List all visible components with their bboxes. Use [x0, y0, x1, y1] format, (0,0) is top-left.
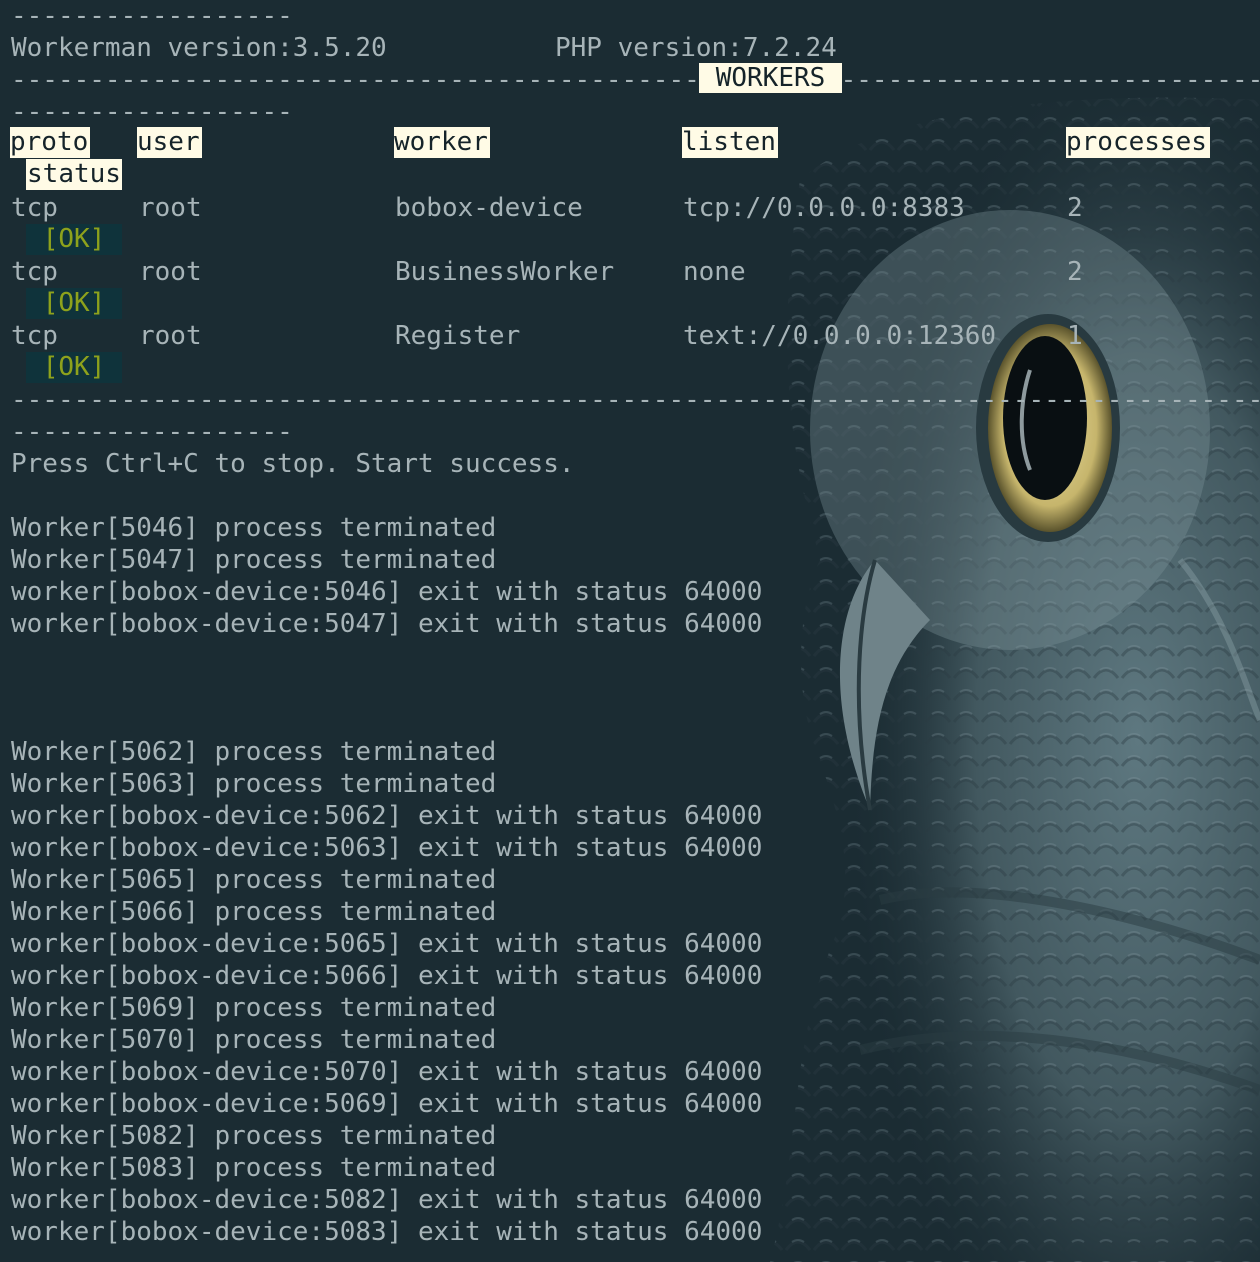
- log-line: Worker[5046] process terminated: [11, 513, 497, 543]
- row3-status-ok: [OK]: [26, 352, 122, 383]
- terminal-output: ------------------ Workerman version:3.5…: [0, 0, 1260, 1262]
- row3-listen: text://0.0.0.0:12360: [683, 321, 997, 351]
- log-line: worker[bobox-device:5047] exit with stat…: [11, 609, 763, 639]
- workers-separator-tail: ------------------: [11, 97, 293, 127]
- row2-proto: tcp: [11, 257, 58, 287]
- log-line: Worker[5062] process terminated: [11, 737, 497, 767]
- log-line: Worker[5065] process terminated: [11, 865, 497, 895]
- top-separator: ------------------: [11, 1, 293, 31]
- log-line: worker[bobox-device:5065] exit with stat…: [11, 929, 763, 959]
- log-line: Worker[5063] process terminated: [11, 769, 497, 799]
- row2-worker: BusinessWorker: [395, 257, 615, 287]
- log-line: Worker[5047] process terminated: [11, 545, 497, 575]
- row2-status-ok: [OK]: [26, 288, 122, 319]
- log-line: Worker[5070] process terminated: [11, 1025, 497, 1055]
- workers-title: WORKERS: [699, 63, 842, 93]
- row1-listen: tcp://0.0.0.0:8383: [683, 193, 965, 223]
- column-worker: worker: [394, 127, 490, 158]
- workerman-version: Workerman version:3.5.20: [11, 33, 387, 63]
- row2-processes: 2: [1067, 257, 1083, 287]
- row3-user: root: [139, 321, 202, 351]
- row3-proto: tcp: [11, 321, 58, 351]
- php-version: PHP version:7.2.24: [555, 33, 837, 63]
- row2-listen: none: [683, 257, 746, 287]
- log-line: Worker[5083] process terminated: [11, 1153, 497, 1183]
- table-bottom-separator-tail: ------------------: [11, 417, 293, 447]
- log-line: worker[bobox-device:5062] exit with stat…: [11, 801, 763, 831]
- log-line: worker[bobox-device:5070] exit with stat…: [11, 1057, 763, 1087]
- table-bottom-separator-dashes: ----------------------------------------…: [11, 385, 1260, 415]
- column-proto: proto: [10, 127, 90, 158]
- log-line: Worker[5082] process terminated: [11, 1121, 497, 1151]
- row1-processes: 2: [1067, 193, 1083, 223]
- log-line: Worker[5066] process terminated: [11, 897, 497, 927]
- table-bottom-separator: ----------------------------------------…: [11, 384, 1260, 416]
- log-line: worker[bobox-device:5066] exit with stat…: [11, 961, 763, 991]
- column-status: status: [26, 159, 122, 190]
- terminal-window[interactable]: ------------------ Workerman version:3.5…: [0, 0, 1260, 1262]
- log-line: worker[bobox-device:5083] exit with stat…: [11, 1217, 763, 1247]
- workers-separator-dashes: ----------------------------------------…: [11, 65, 1260, 95]
- row1-worker: bobox-device: [395, 193, 583, 223]
- row1-user: root: [139, 193, 202, 223]
- start-message: Press Ctrl+C to stop. Start success.: [11, 449, 575, 479]
- row1-status-ok: [OK]: [26, 224, 122, 255]
- column-user: user: [137, 127, 202, 158]
- log-line: worker[bobox-device:5082] exit with stat…: [11, 1185, 763, 1215]
- column-processes: processes: [1066, 127, 1210, 158]
- row3-worker: Register: [395, 321, 521, 351]
- log-line: Worker[5069] process terminated: [11, 993, 497, 1023]
- workers-separator: ----------------------------------------…: [11, 64, 1260, 96]
- row2-user: root: [139, 257, 202, 287]
- log-line: worker[bobox-device:5046] exit with stat…: [11, 577, 763, 607]
- column-listen: listen: [682, 127, 778, 158]
- row1-proto: tcp: [11, 193, 58, 223]
- log-line: worker[bobox-device:5069] exit with stat…: [11, 1089, 763, 1119]
- row3-processes: 1: [1067, 321, 1083, 351]
- log-line: worker[bobox-device:5063] exit with stat…: [11, 833, 763, 863]
